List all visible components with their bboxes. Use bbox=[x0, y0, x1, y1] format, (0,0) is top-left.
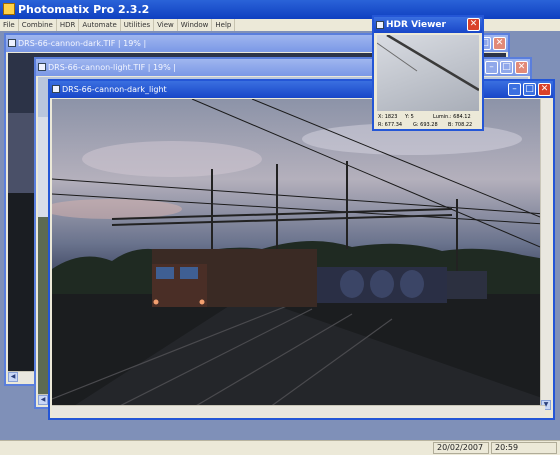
app-title: Photomatix Pro 2.3.2 bbox=[18, 3, 150, 16]
menu-help[interactable]: Help bbox=[212, 19, 236, 31]
maximize-button[interactable]: □ bbox=[500, 61, 513, 74]
vertical-scrollbar[interactable]: ▼ bbox=[540, 99, 551, 410]
readout-g: G: 693.28 bbox=[413, 122, 438, 128]
window-title: DRS-66-cannon-light.TIF | 19% | bbox=[48, 63, 176, 72]
menu-automate[interactable]: Automate bbox=[79, 19, 121, 31]
close-button[interactable]: ✕ bbox=[515, 61, 528, 74]
readout-lumin: Lumin.: 684.12 bbox=[433, 114, 471, 120]
menu-hdr[interactable]: HDR bbox=[57, 19, 80, 31]
document-icon bbox=[38, 63, 46, 71]
minimize-button[interactable]: – bbox=[508, 83, 521, 96]
app-icon bbox=[3, 3, 15, 15]
menu-view[interactable]: View bbox=[154, 19, 178, 31]
status-date: 20/02/2007 bbox=[433, 442, 489, 454]
document-icon bbox=[52, 85, 60, 93]
viewer-readout: X: 1823 Y: 5 Lumin.: 684.12 R: 677.34 G:… bbox=[377, 113, 479, 129]
status-time: 20:59 bbox=[491, 442, 557, 454]
horizontal-scrollbar[interactable] bbox=[52, 405, 545, 416]
viewer-preview bbox=[377, 35, 479, 111]
viewer-title-bar[interactable]: HDR Viewer ✕ bbox=[374, 17, 482, 33]
menu-utilities[interactable]: Utilities bbox=[121, 19, 155, 31]
photo-hdr-result bbox=[52, 99, 546, 416]
window-title: DRS-66-cannon-dark.TIF | 19% | bbox=[18, 39, 147, 48]
document-icon bbox=[8, 39, 16, 47]
readout-x: X: 1823 bbox=[378, 114, 398, 120]
status-bar: 20/02/2007 20:59 bbox=[0, 440, 560, 455]
image-canvas: ▼ bbox=[52, 99, 551, 416]
minimize-button[interactable]: – bbox=[485, 61, 498, 74]
menu-file[interactable]: File bbox=[0, 19, 19, 31]
viewer-zoom-image bbox=[377, 35, 479, 92]
viewer-icon bbox=[376, 21, 384, 29]
hdr-viewer-window[interactable]: HDR Viewer ✕ X: 1823 Y: 5 Lumin.: 684.12… bbox=[372, 15, 484, 131]
scroll-left-arrow[interactable]: ◀ bbox=[38, 395, 48, 405]
readout-b: B: 708.22 bbox=[448, 122, 473, 128]
close-button[interactable]: ✕ bbox=[467, 18, 480, 31]
maximize-button[interactable]: □ bbox=[523, 83, 536, 96]
menu-combine[interactable]: Combine bbox=[19, 19, 57, 31]
readout-y: Y: 5 bbox=[405, 114, 414, 120]
readout-r: R: 677.34 bbox=[378, 122, 403, 128]
scroll-left-arrow[interactable]: ◀ bbox=[8, 372, 18, 382]
menu-window[interactable]: Window bbox=[178, 19, 213, 31]
viewer-title: HDR Viewer bbox=[386, 20, 446, 30]
close-button[interactable]: ✕ bbox=[493, 37, 506, 50]
window-title: DRS-66-cannon-dark_light bbox=[62, 85, 167, 94]
close-button[interactable]: ✕ bbox=[538, 83, 551, 96]
